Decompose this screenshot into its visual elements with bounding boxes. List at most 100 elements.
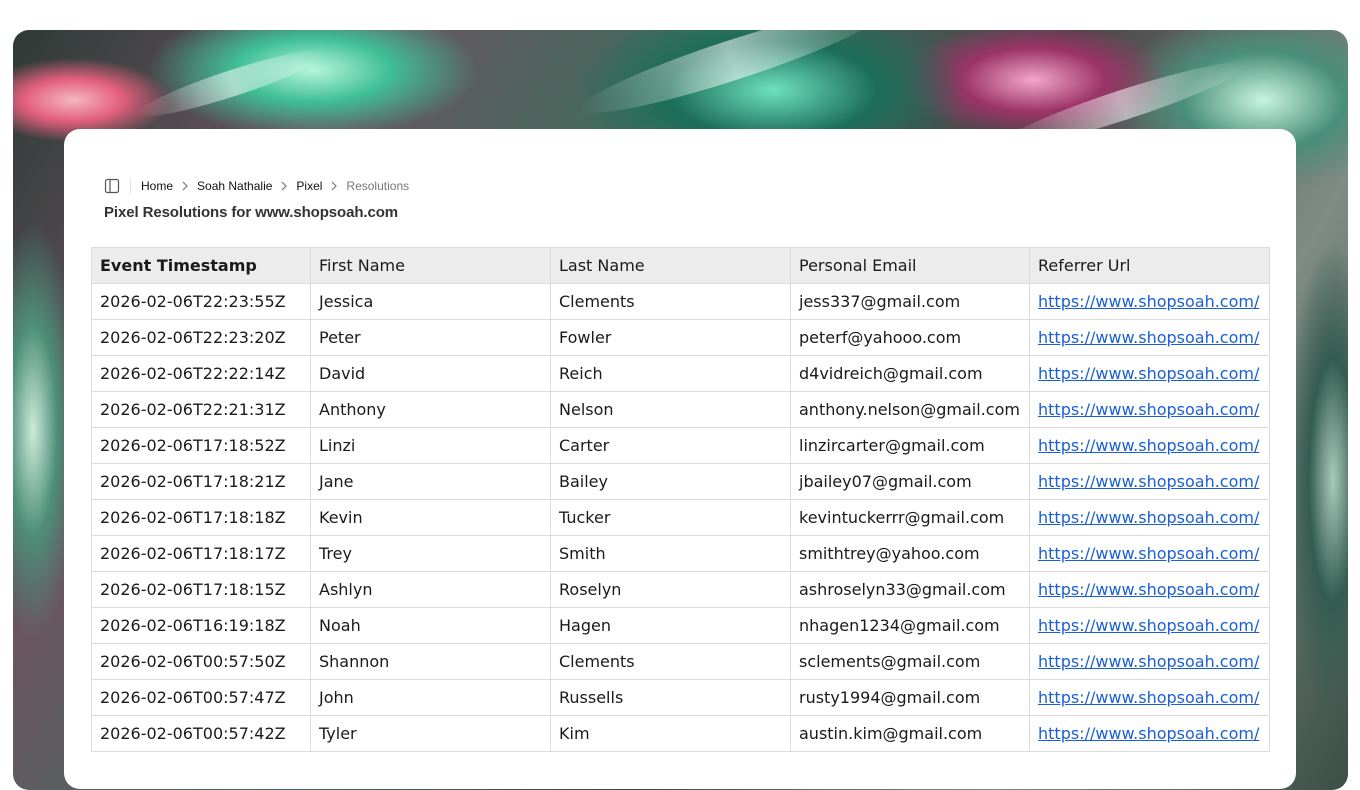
first-name-cell: Peter	[310, 319, 551, 356]
event-timestamp-cell: 2026-02-06T00:57:50Z	[91, 643, 311, 680]
last-name-cell: Kim	[550, 715, 791, 752]
personal-email-cell: d4vidreich@gmail.com	[790, 355, 1030, 392]
last-name-cell: Fowler	[550, 319, 791, 356]
first-name-cell: David	[310, 355, 551, 392]
referrer-url-link[interactable]: https://www.shopsoah.com/	[1038, 724, 1259, 743]
table-row: 2026-02-06T17:18:15Z Ashlyn Roselyn ashrose…	[91, 571, 1270, 608]
column-header-personal-email[interactable]: Personal Email	[790, 247, 1030, 284]
table-row: 2026-02-06T22:22:14Z David Reich d4vidreich…	[91, 355, 1270, 392]
table-row: 2026-02-06T22:23:55Z Jessica Clements jess3…	[91, 283, 1270, 320]
event-timestamp-cell: 2026-02-06T17:18:15Z	[91, 571, 311, 608]
last-name-cell: Smith	[550, 535, 791, 572]
resolutions-table: Event Timestamp First Name Last Name Per…	[91, 247, 1270, 752]
breadcrumb-home[interactable]: Home	[141, 179, 173, 193]
referrer-url-link[interactable]: https://www.shopsoah.com/	[1038, 544, 1259, 563]
column-header-first-name[interactable]: First Name	[310, 247, 551, 284]
first-name-cell: Jane	[310, 463, 551, 500]
personal-email-cell: peterf@yahooo.com	[790, 319, 1030, 356]
personal-email-cell: jess337@gmail.com	[790, 283, 1030, 320]
table-row: 2026-02-06T00:57:42Z Tyler Kim austin.kim@g…	[91, 715, 1270, 752]
referrer-url-link[interactable]: https://www.shopsoah.com/	[1038, 328, 1259, 347]
referrer-url-link[interactable]: https://www.shopsoah.com/	[1038, 616, 1259, 635]
breadcrumb-account[interactable]: Soah Nathalie	[197, 179, 272, 193]
banner-streak	[574, 30, 892, 129]
first-name-cell: Tyler	[310, 715, 551, 752]
page-title: Pixel Resolutions for www.shopsoah.com	[104, 204, 399, 221]
referrer-url-cell: https://www.shopsoah.com/	[1029, 319, 1270, 356]
last-name-cell: Bailey	[550, 463, 791, 500]
referrer-url-cell: https://www.shopsoah.com/	[1029, 355, 1270, 392]
referrer-url-cell: https://www.shopsoah.com/	[1029, 283, 1270, 320]
breadcrumb-pixel[interactable]: Pixel	[296, 179, 322, 193]
table-row: 2026-02-06T17:18:52Z Linzi Carter linzircar…	[91, 427, 1270, 464]
referrer-url-cell: https://www.shopsoah.com/	[1029, 463, 1270, 500]
column-header-event-timestamp[interactable]: Event Timestamp	[91, 247, 311, 284]
table-header-row: Event Timestamp First Name Last Name Per…	[91, 247, 1270, 284]
referrer-url-cell: https://www.shopsoah.com/	[1029, 571, 1270, 608]
event-timestamp-cell: 2026-02-06T22:21:31Z	[91, 391, 311, 428]
first-name-cell: Anthony	[310, 391, 551, 428]
first-name-cell: Linzi	[310, 427, 551, 464]
referrer-url-cell: https://www.shopsoah.com/	[1029, 391, 1270, 428]
event-timestamp-cell: 2026-02-06T00:57:42Z	[91, 715, 311, 752]
event-timestamp-cell: 2026-02-06T00:57:47Z	[91, 679, 311, 716]
first-name-cell: John	[310, 679, 551, 716]
personal-email-cell: kevintuckerrr@gmail.com	[790, 499, 1030, 536]
last-name-cell: Russells	[550, 679, 791, 716]
last-name-cell: Carter	[550, 427, 791, 464]
table-row: 2026-02-06T17:18:18Z Kevin Tucker kevintuck…	[91, 499, 1270, 536]
referrer-url-link[interactable]: https://www.shopsoah.com/	[1038, 688, 1259, 707]
personal-email-cell: anthony.nelson@gmail.com	[790, 391, 1030, 428]
content-card: Home Soah Nathalie Pixel Resolutions Pix…	[64, 129, 1296, 789]
personal-email-cell: ashroselyn33@gmail.com	[790, 571, 1030, 608]
referrer-url-link[interactable]: https://www.shopsoah.com/	[1038, 400, 1259, 419]
first-name-cell: Kevin	[310, 499, 551, 536]
column-header-last-name[interactable]: Last Name	[550, 247, 791, 284]
first-name-cell: Jessica	[310, 283, 551, 320]
last-name-cell: Reich	[550, 355, 791, 392]
column-header-referrer-url[interactable]: Referrer Url	[1029, 247, 1270, 284]
event-timestamp-cell: 2026-02-06T17:18:17Z	[91, 535, 311, 572]
referrer-url-link[interactable]: https://www.shopsoah.com/	[1038, 436, 1259, 455]
referrer-url-cell: https://www.shopsoah.com/	[1029, 535, 1270, 572]
event-timestamp-cell: 2026-02-06T17:18:18Z	[91, 499, 311, 536]
table-row: 2026-02-06T22:21:31Z Anthony Nelson anthony…	[91, 391, 1270, 428]
table-row: 2026-02-06T16:19:18Z Noah Hagen nhagen1234@…	[91, 607, 1270, 644]
event-timestamp-cell: 2026-02-06T17:18:52Z	[91, 427, 311, 464]
table-row: 2026-02-06T17:18:21Z Jane Bailey jbailey07@…	[91, 463, 1270, 500]
breadcrumb: Home Soah Nathalie Pixel Resolutions	[141, 179, 409, 193]
event-timestamp-cell: 2026-02-06T16:19:18Z	[91, 607, 311, 644]
top-bar: Home Soah Nathalie Pixel Resolutions	[104, 177, 409, 195]
referrer-url-link[interactable]: https://www.shopsoah.com/	[1038, 292, 1259, 311]
event-timestamp-cell: 2026-02-06T22:22:14Z	[91, 355, 311, 392]
last-name-cell: Tucker	[550, 499, 791, 536]
referrer-url-link[interactable]: https://www.shopsoah.com/	[1038, 472, 1259, 491]
first-name-cell: Shannon	[310, 643, 551, 680]
chevron-right-icon	[330, 181, 338, 191]
table-row: 2026-02-06T00:57:50Z Shannon Clements sclem…	[91, 643, 1270, 680]
breadcrumb-current: Resolutions	[346, 179, 410, 193]
event-timestamp-cell: 2026-02-06T22:23:55Z	[91, 283, 311, 320]
table-row: 2026-02-06T17:18:17Z Trey Smith smithtrey@y…	[91, 535, 1270, 572]
chevron-right-icon	[280, 181, 288, 191]
last-name-cell: Hagen	[550, 607, 791, 644]
last-name-cell: Roselyn	[550, 571, 791, 608]
personal-email-cell: nhagen1234@gmail.com	[790, 607, 1030, 644]
referrer-url-link[interactable]: https://www.shopsoah.com/	[1038, 580, 1259, 599]
referrer-url-cell: https://www.shopsoah.com/	[1029, 499, 1270, 536]
table-row: 2026-02-06T22:23:20Z Peter Fowler peterf@ya…	[91, 319, 1270, 356]
referrer-url-link[interactable]: https://www.shopsoah.com/	[1038, 364, 1259, 383]
personal-email-cell: jbailey07@gmail.com	[790, 463, 1030, 500]
referrer-url-link[interactable]: https://www.shopsoah.com/	[1038, 508, 1259, 527]
table-row: 2026-02-06T00:57:47Z John Russells rusty199…	[91, 679, 1270, 716]
sidebar-toggle-icon[interactable]	[104, 178, 120, 194]
last-name-cell: Clements	[550, 283, 791, 320]
last-name-cell: Nelson	[550, 391, 791, 428]
referrer-url-link[interactable]: https://www.shopsoah.com/	[1038, 652, 1259, 671]
referrer-url-cell: https://www.shopsoah.com/	[1029, 679, 1270, 716]
personal-email-cell: austin.kim@gmail.com	[790, 715, 1030, 752]
personal-email-cell: sclements@gmail.com	[790, 643, 1030, 680]
referrer-url-cell: https://www.shopsoah.com/	[1029, 427, 1270, 464]
referrer-url-cell: https://www.shopsoah.com/	[1029, 643, 1270, 680]
personal-email-cell: rusty1994@gmail.com	[790, 679, 1030, 716]
